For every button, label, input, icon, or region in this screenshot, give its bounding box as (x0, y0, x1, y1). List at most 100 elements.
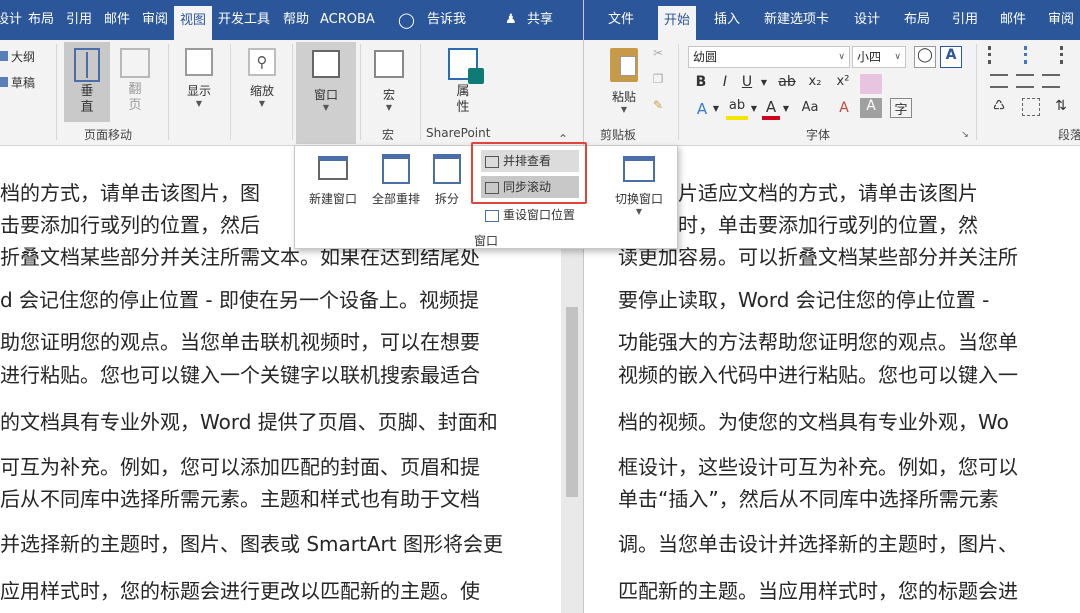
properties-button[interactable]: 属 性 (440, 44, 486, 124)
chevron-down-icon: ∨ (894, 52, 901, 62)
doc-line: d 会记住您的停止位置 - 即使在另一个设备上。视频提 (0, 288, 479, 312)
switch-windows-button[interactable]: 切换窗口 ▼ (605, 152, 673, 222)
paste-button[interactable]: 粘贴 ▼ (602, 46, 646, 120)
shading-icon[interactable]: ♺ (990, 98, 1008, 116)
zoom-button[interactable]: ⚲ 缩放 ▼ (238, 44, 286, 114)
vertical-arrows-icon (74, 48, 100, 82)
format-painter-icon[interactable]: ✎ (650, 98, 666, 114)
text-effects-icon[interactable]: A (694, 100, 710, 118)
tab-layout[interactable]: 布局 (28, 0, 54, 40)
chevron-down-icon[interactable]: ▼ (760, 78, 768, 87)
clipboard-icon (610, 48, 638, 82)
tab-file[interactable]: 文件 (608, 0, 634, 40)
show-button[interactable]: 显示 ▼ (176, 44, 222, 114)
align-right-icon[interactable] (1042, 74, 1060, 88)
macro-button[interactable]: 宏 ▼ (366, 44, 412, 116)
dialog-launcher-icon[interactable]: ↘ (960, 130, 970, 140)
chevron-down-icon[interactable]: ▼ (712, 104, 720, 113)
doc-line: 档的视频。为使您的文档具有专业外观，Wo (618, 410, 1009, 434)
window-group-label: 窗口 (473, 234, 498, 248)
doc-line: 击要添加行或列的位置，然后 (0, 213, 260, 237)
draft-view-button[interactable]: 草稿 (0, 74, 35, 91)
doc-line: 并选择新的主题时，图片、图表或 SmartArt 图形将会更 (0, 532, 503, 556)
strikethrough-icon[interactable]: ab (776, 74, 798, 90)
character-border-icon[interactable]: A (940, 46, 962, 68)
page-move-group-label: 页面移动 (84, 128, 133, 142)
change-case-icon[interactable]: Aa (796, 100, 824, 115)
share-button[interactable]: 共享 (527, 0, 553, 40)
doc-line: 读更加容易。可以折叠文档某些部分并关注所 (618, 245, 1018, 269)
doc-line: 视频的嵌入代码中进行粘贴。您也可以键入一 (618, 363, 1018, 387)
tab-design[interactable]: 设计 (0, 0, 22, 40)
tab-mailings[interactable]: 邮件 (104, 0, 130, 40)
collapse-chevron-icon[interactable]: ⌃ (557, 132, 569, 146)
properties-icon (448, 48, 484, 84)
character-shading-icon[interactable]: A (860, 98, 882, 118)
chevron-down-icon: ▼ (620, 105, 628, 114)
italic-icon[interactable]: I (718, 74, 732, 90)
chevron-down-icon: ▼ (322, 103, 330, 112)
tab-layout[interactable]: 布局 (904, 0, 930, 40)
doc-line: 功能强大的方法帮助您证明您的观点。当您单 (618, 330, 1018, 354)
lightbulb-icon: ◯ (398, 11, 415, 29)
doc-line: 单击“插入”，然后从不同库中选择所需元素 (618, 487, 999, 511)
doc-line: 助您证明您的观点。当您单击联机视频时，可以在想要 (0, 330, 480, 354)
scrollbar-thumb[interactable] (566, 307, 578, 497)
sort-icon[interactable]: ⇅ (1052, 98, 1070, 116)
font-group-label: 字体 (806, 128, 831, 142)
paragraph-group-label: 段落 (1058, 128, 1080, 142)
tab-acrobat[interactable]: ACROBA (320, 0, 375, 40)
window-dropdown-panel: 新建窗口 全部重排 拆分 并排查看 同步滚动 重设窗口位置 切换窗口 ▼ 窗口 … (294, 132, 678, 249)
tab-view[interactable]: 视图 (174, 6, 213, 40)
font-size-select[interactable]: 小四 ∨ (852, 46, 906, 68)
page-flip-icon (120, 48, 150, 78)
page-flip-button[interactable]: 翻 页 (114, 42, 156, 122)
tab-mailings[interactable]: 邮件 (1000, 0, 1026, 40)
tab-insert[interactable]: 插入 (714, 0, 740, 40)
subscript-icon[interactable]: x₂ (804, 74, 826, 89)
borders-icon[interactable] (1022, 98, 1040, 116)
align-left-icon[interactable] (990, 74, 1008, 88)
doc-line: 应用样式时，您的标题会进行更改以匹配新的主题。使 (0, 579, 480, 603)
new-window-button[interactable]: 新建窗口 (299, 152, 367, 218)
bold-icon[interactable]: B (694, 74, 708, 90)
align-center-icon[interactable] (1016, 74, 1034, 88)
superscript-icon[interactable]: x² (832, 74, 854, 89)
tab-help[interactable]: 帮助 (283, 0, 309, 40)
tab-references[interactable]: 引用 (66, 0, 92, 40)
tab-home[interactable]: 开始 (658, 6, 697, 40)
numbering-icon[interactable] (1024, 46, 1048, 64)
divider (420, 44, 421, 140)
font-name-select[interactable]: 幼圆 ∨ (688, 46, 850, 68)
tab-design[interactable]: 设计 (854, 0, 880, 40)
tab-new-tab[interactable]: 新建选项卡 (764, 0, 829, 40)
enclose-characters-icon[interactable]: 字 (890, 98, 912, 118)
bullets-icon[interactable] (988, 46, 1012, 64)
font-color-icon[interactable]: A (762, 98, 780, 120)
clear-formatting-icon[interactable] (860, 74, 882, 94)
underline-icon[interactable]: U (740, 74, 754, 90)
tell-me-search[interactable]: 告诉我 (427, 0, 466, 40)
multilevel-list-icon[interactable] (1060, 46, 1078, 64)
phonetic-guide-icon[interactable]: ◯ (914, 46, 936, 68)
tab-review[interactable]: 审阅 (1048, 0, 1074, 40)
arrange-all-button[interactable]: 全部重排 (365, 152, 427, 218)
copy-icon[interactable]: ❐ (650, 72, 666, 88)
reset-window-position-button[interactable]: 重设窗口位置 (481, 204, 593, 226)
tab-references[interactable]: 引用 (952, 0, 978, 40)
cut-icon[interactable]: ✂ (650, 46, 666, 62)
chevron-down-icon[interactable]: ▼ (750, 104, 758, 113)
outline-view-button[interactable]: 大纲 (0, 48, 35, 65)
window-button[interactable]: 窗口 ▼ (296, 42, 356, 144)
divider (168, 44, 169, 140)
chevron-down-icon[interactable]: ▼ (782, 104, 790, 113)
doc-line: 调。当您单击设计并选择新的主题时，图片、 (618, 532, 1018, 556)
split-button[interactable]: 拆分 (425, 152, 469, 218)
tab-review[interactable]: 审阅 (142, 0, 168, 40)
show-icon (185, 48, 213, 76)
right-ribbon-tabbar: 文件 开始 插入 新建选项卡 设计 布局 引用 邮件 审阅 (584, 0, 1080, 40)
vertical-page-move-button[interactable]: 垂 直 (64, 42, 110, 122)
tab-developer[interactable]: 开发工具 (218, 0, 270, 40)
highlight-icon[interactable]: ab (726, 98, 748, 120)
grow-font-icon[interactable]: A (834, 100, 854, 116)
